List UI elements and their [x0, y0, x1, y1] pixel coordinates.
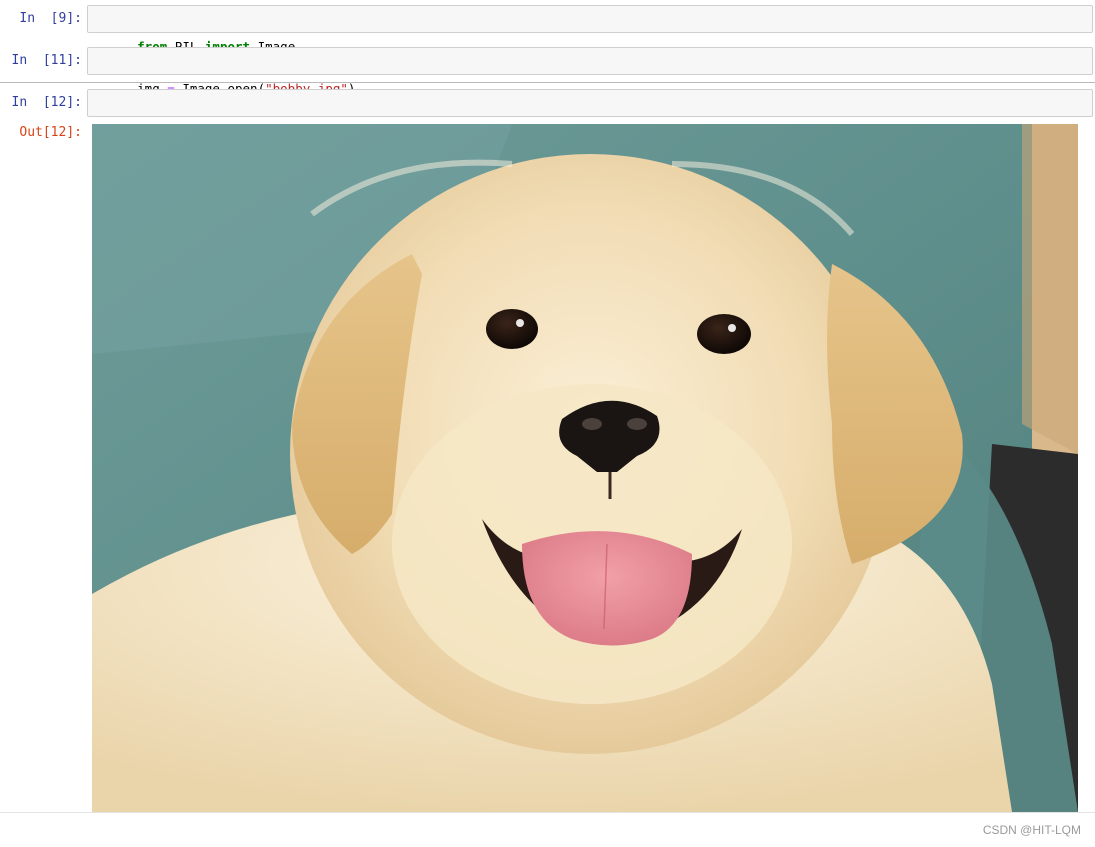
jupyter-notebook: In [9]: from PIL import Image In [11]: i…	[0, 0, 1095, 847]
output-image	[92, 124, 1078, 812]
puppy-image	[92, 124, 1078, 812]
output-prompt: Out[12]:	[19, 125, 82, 140]
code-input[interactable]: from PIL import Image	[87, 5, 1093, 54]
code-cell-1[interactable]: In [9]: from PIL import Image	[0, 3, 1095, 54]
input-prompt: In [12]:	[11, 95, 82, 110]
input-prompt: In [9]:	[19, 11, 82, 26]
code-cell-2[interactable]: In [11]: img = Image.open("bobby.jpg")	[0, 45, 1095, 96]
footer-divider	[0, 812, 1095, 813]
input-prompt: In [11]:	[11, 53, 82, 68]
watermark: CSDN @HIT-LQM	[982, 823, 1081, 837]
code-input[interactable]: img	[87, 89, 1093, 138]
code-input[interactable]: img = Image.open("bobby.jpg")	[87, 47, 1093, 96]
